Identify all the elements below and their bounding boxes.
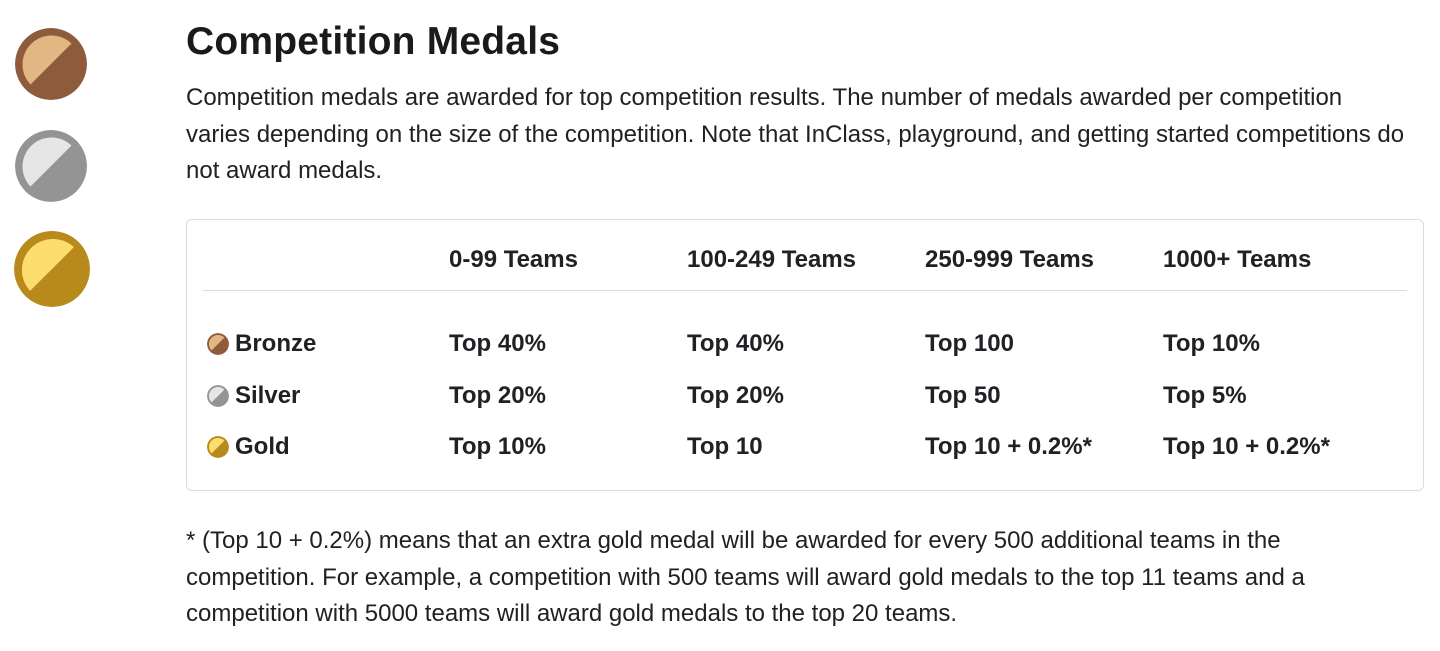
header-250-999-teams: 250-999 Teams bbox=[925, 246, 1095, 273]
table-row-gold: Gold Top 10% Top 10 Top 10 + 0.2%* Top 1… bbox=[187, 433, 1423, 473]
medal-table: 0-99 Teams 100-249 Teams 250-999 Teams 1… bbox=[186, 219, 1424, 491]
table-cell: Top 10 + 0.2%* bbox=[925, 433, 1092, 460]
gold-medal-icon bbox=[14, 231, 90, 307]
silver-medal-icon bbox=[15, 130, 87, 202]
medal-label-gold: Gold bbox=[207, 433, 290, 461]
silver-medal-icon bbox=[207, 385, 229, 407]
table-cell: Top 10 bbox=[687, 433, 763, 460]
header-0-99-teams: 0-99 Teams bbox=[449, 246, 578, 273]
intro-paragraph: Competition medals are awarded for top c… bbox=[186, 84, 1405, 184]
footnote-paragraph: * (Top 10 + 0.2%) means that an extra go… bbox=[186, 527, 1305, 627]
medal-name: Silver bbox=[235, 382, 301, 409]
medal-label-silver: Silver bbox=[207, 382, 300, 410]
header-100-249-teams: 100-249 Teams bbox=[687, 246, 857, 273]
table-cell: Top 20% bbox=[449, 382, 546, 409]
table-cell: Top 40% bbox=[687, 330, 784, 357]
gold-medal-icon bbox=[207, 436, 229, 458]
table-cell: Top 100 bbox=[925, 330, 1014, 357]
header-1000-plus-teams: 1000+ Teams bbox=[1163, 246, 1312, 273]
table-cell: Top 50 bbox=[925, 382, 1001, 409]
table-cell: Top 10% bbox=[449, 433, 546, 460]
bronze-medal-icon bbox=[207, 333, 229, 355]
table-cell: Top 40% bbox=[449, 330, 546, 357]
table-cell: Top 10% bbox=[1163, 330, 1260, 357]
medal-label-bronze: Bronze bbox=[207, 330, 316, 358]
table-cell: Top 10 + 0.2%* bbox=[1163, 433, 1330, 460]
page-title: Competition Medals bbox=[186, 20, 561, 63]
medal-name: Gold bbox=[235, 433, 290, 460]
table-row-silver: Silver Top 20% Top 20% Top 50 Top 5% bbox=[187, 382, 1423, 422]
table-cell: Top 20% bbox=[687, 382, 784, 409]
table-header-row: 0-99 Teams 100-249 Teams 250-999 Teams 1… bbox=[203, 220, 1407, 291]
medal-name: Bronze bbox=[235, 330, 317, 357]
table-cell: Top 5% bbox=[1163, 382, 1247, 409]
table-row-bronze: Bronze Top 40% Top 40% Top 100 Top 10% bbox=[187, 330, 1423, 370]
bronze-medal-icon bbox=[15, 28, 87, 100]
